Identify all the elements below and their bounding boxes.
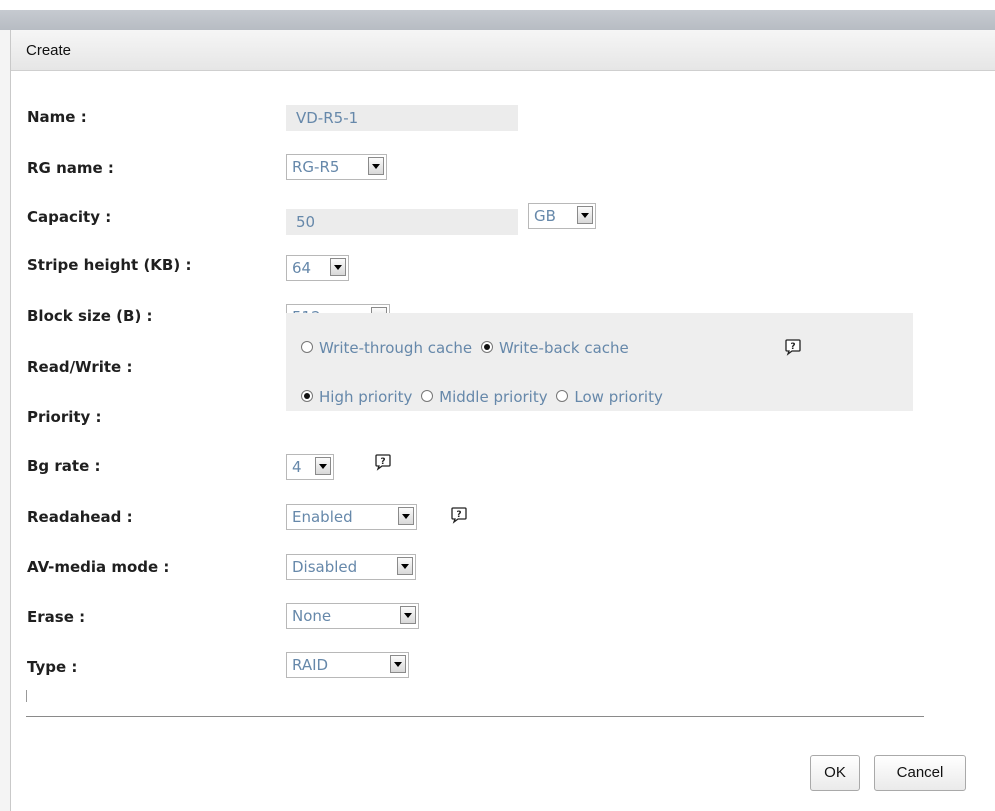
create-dialog: Create Name : VD-R5-1 RG name : RG-R5 Ca… <box>10 30 995 811</box>
low-priority-label: Low priority <box>574 388 663 406</box>
priority-options: High priority Middle priority Low priori… <box>301 388 667 406</box>
write-back-label: Write-back cache <box>498 339 629 357</box>
low-priority-option[interactable]: Low priority <box>556 388 663 406</box>
rg-name-value: RG-R5 <box>292 158 340 176</box>
chevron-down-icon <box>368 157 384 175</box>
bg-rate-select[interactable]: 4 <box>286 454 334 480</box>
name-input[interactable]: VD-R5-1 <box>286 105 518 131</box>
erase-value: None <box>292 607 332 625</box>
type-label: Type : <box>27 658 78 676</box>
middle-priority-option[interactable]: Middle priority <box>421 388 548 406</box>
capacity-label: Capacity : <box>27 208 112 226</box>
rg-name-select[interactable]: RG-R5 <box>286 154 387 180</box>
dialog-title: Create <box>26 42 72 59</box>
erase-label: Erase : <box>27 608 86 626</box>
cache-priority-panel: Write-through cache Write-back cache ? H… <box>286 313 913 411</box>
help-bubble-icon[interactable]: ? <box>450 506 468 524</box>
erase-select[interactable]: None <box>286 603 419 629</box>
chevron-down-icon <box>397 557 413 575</box>
read-write-options: Write-through cache Write-back cache <box>301 339 633 357</box>
cancel-button[interactable]: Cancel <box>874 755 966 791</box>
high-priority-option[interactable]: High priority <box>301 388 412 406</box>
chevron-down-icon <box>330 258 346 276</box>
low-priority-radio[interactable] <box>556 390 569 402</box>
svg-text:?: ? <box>790 342 795 352</box>
stripe-height-value: 64 <box>292 259 312 277</box>
stripe-height-select[interactable]: 64 <box>286 255 349 281</box>
dialog-header: Create <box>11 30 995 71</box>
capacity-input[interactable]: 50 <box>286 209 518 235</box>
capacity-unit-select[interactable]: GB <box>528 203 596 229</box>
stripe-height-label: Stripe height (KB) : <box>27 256 192 274</box>
write-through-option[interactable]: Write-through cache <box>301 339 472 357</box>
chevron-down-icon <box>577 206 593 224</box>
footer-divider <box>26 716 924 717</box>
av-media-mode-value: Disabled <box>292 558 358 576</box>
svg-text:?: ? <box>456 510 461 520</box>
window-title-strip <box>0 10 995 30</box>
av-media-mode-label: AV-media mode : <box>27 558 170 576</box>
write-back-radio[interactable] <box>480 341 493 353</box>
type-value: RAID <box>292 656 329 674</box>
high-priority-radio[interactable] <box>301 390 313 402</box>
ok-button[interactable]: OK <box>810 755 860 791</box>
write-through-label: Write-through cache <box>319 339 473 357</box>
block-size-label: Block size (B) : <box>27 307 153 325</box>
readahead-value: Enabled <box>292 508 353 526</box>
capacity-unit-value: GB <box>534 207 556 225</box>
bg-rate-value: 4 <box>292 458 302 476</box>
type-select[interactable]: RAID <box>286 652 409 678</box>
window-top-edge <box>0 0 995 10</box>
resize-tick <box>26 690 27 702</box>
svg-text:?: ? <box>380 457 385 467</box>
read-write-label: Read/Write : <box>27 358 133 376</box>
middle-priority-radio[interactable] <box>421 390 434 402</box>
write-back-option[interactable]: Write-back cache <box>480 339 629 357</box>
readahead-label: Readahead : <box>27 508 133 526</box>
priority-label: Priority : <box>27 408 102 426</box>
name-label: Name : <box>27 108 87 126</box>
chevron-down-icon <box>390 655 406 673</box>
rg-name-label: RG name : <box>27 159 114 177</box>
bg-rate-label: Bg rate : <box>27 457 101 475</box>
chevron-down-icon <box>315 457 331 475</box>
help-bubble-icon[interactable]: ? <box>784 338 802 356</box>
readahead-select[interactable]: Enabled <box>286 504 417 530</box>
high-priority-label: High priority <box>319 388 413 406</box>
chevron-down-icon <box>398 507 414 525</box>
av-media-mode-select[interactable]: Disabled <box>286 554 416 580</box>
write-through-radio[interactable] <box>301 341 313 353</box>
middle-priority-label: Middle priority <box>439 388 548 406</box>
help-bubble-icon[interactable]: ? <box>374 453 392 471</box>
chevron-down-icon <box>400 606 416 624</box>
